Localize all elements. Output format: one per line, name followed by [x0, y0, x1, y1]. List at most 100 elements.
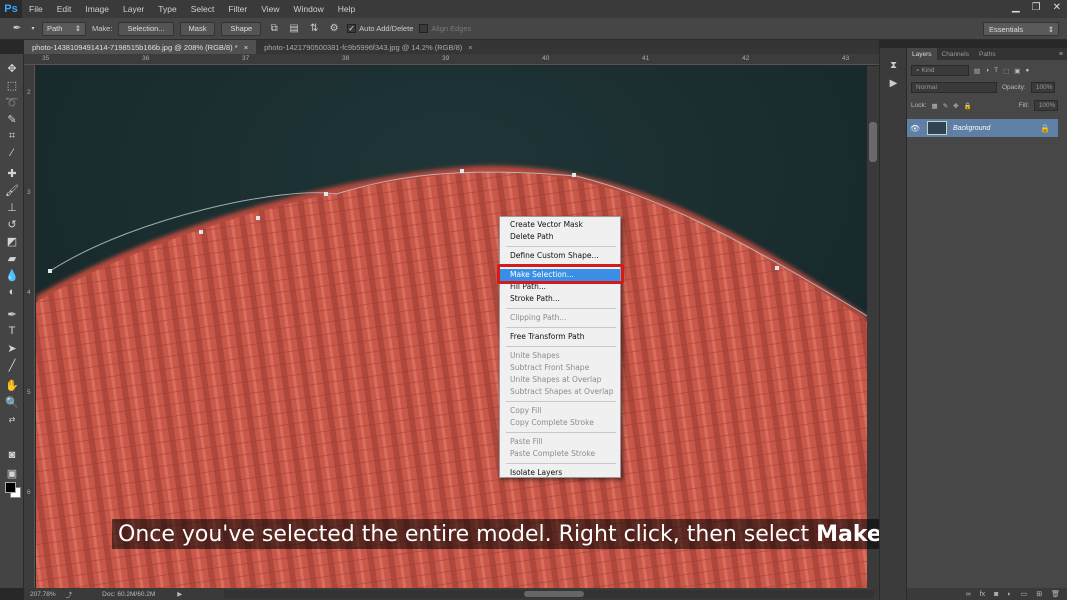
document-tab-1[interactable]: photo-1438109491414-7198515b166b.jpg @ 2…: [24, 40, 257, 54]
clone-stamp-tool-icon[interactable]: ⊥: [4, 199, 20, 215]
tab-close-icon[interactable]: ×: [244, 43, 248, 52]
gear-icon[interactable]: ⚙: [327, 22, 341, 36]
new-group-icon[interactable]: ▭: [1021, 590, 1028, 598]
hand-tool-icon[interactable]: ✋: [4, 377, 20, 393]
restore-icon[interactable]: ❐: [1032, 2, 1041, 13]
tab-layers[interactable]: Layers: [907, 48, 937, 60]
make-mask-button[interactable]: Mask: [179, 21, 216, 36]
menu-image[interactable]: Image: [78, 4, 116, 14]
opacity-field[interactable]: 100%: [1030, 82, 1055, 93]
filter-pixel-icon[interactable]: ▧: [974, 67, 980, 75]
document-canvas[interactable]: [36, 66, 867, 588]
options-bar: ✒ ▾ Path ⇕ Make: Selection... Mask Shape …: [0, 18, 1067, 40]
add-mask-icon[interactable]: ◙: [994, 591, 998, 598]
menu-edit[interactable]: Edit: [50, 4, 79, 14]
context-menu-item-create-vector-mask[interactable]: Create Vector Mask: [500, 219, 620, 231]
visibility-eye-icon[interactable]: 👁: [907, 124, 923, 133]
menu-type[interactable]: Type: [151, 4, 183, 14]
tool-mode-dropdown[interactable]: Path ⇕: [42, 21, 86, 36]
adjustment-layer-icon[interactable]: ◐: [1007, 591, 1011, 598]
filter-toggle-icon[interactable]: ●: [1025, 67, 1029, 74]
healing-brush-tool-icon[interactable]: ✚: [4, 165, 20, 181]
filter-adjustment-icon[interactable]: ◑: [985, 67, 989, 74]
context-menu-item-free-transform-path[interactable]: Free Transform Path: [500, 331, 620, 343]
chevron-down-icon[interactable]: ▾: [30, 22, 36, 36]
dodge-tool-icon[interactable]: ◐: [4, 284, 20, 300]
lock-position-icon[interactable]: ✥: [953, 102, 958, 110]
gradient-tool-icon[interactable]: ▰: [4, 250, 20, 266]
zoom-level[interactable]: 207.78%: [30, 591, 56, 598]
lock-pixels-icon[interactable]: ▦: [932, 102, 938, 110]
trash-icon[interactable]: 🗑: [1051, 590, 1060, 598]
tab-channels[interactable]: Channels: [937, 48, 974, 60]
path-alignment-icon[interactable]: ▤: [287, 22, 301, 36]
context-menu-item-delete-path[interactable]: Delete Path: [500, 231, 620, 243]
path-selection-tool-icon[interactable]: ➤: [4, 340, 20, 356]
menu-help[interactable]: Help: [331, 4, 362, 14]
filter-smart-object-icon[interactable]: ▣: [1014, 67, 1020, 75]
path-arrangement-icon[interactable]: ⇅: [307, 22, 321, 36]
document-tab-2[interactable]: photo-1421790500381-fc9b5996f343.jpg @ 1…: [256, 40, 481, 54]
menu-layer[interactable]: Layer: [116, 4, 151, 14]
blend-mode-dropdown[interactable]: Normal: [911, 82, 997, 93]
quick-mask-icon[interactable]: ◙: [4, 447, 20, 463]
filter-shape-icon[interactable]: ⬚: [1003, 67, 1009, 75]
lasso-tool-icon[interactable]: ➰: [4, 94, 20, 110]
menu-window[interactable]: Window: [286, 4, 330, 14]
make-selection-button[interactable]: Selection...: [118, 21, 174, 36]
eyedropper-tool-icon[interactable]: ⁄: [4, 145, 20, 161]
menu-file[interactable]: File: [22, 4, 50, 14]
horizontal-scrollbar[interactable]: [224, 590, 874, 598]
minimize-icon[interactable]: ▁: [1012, 2, 1020, 13]
link-layers-icon[interactable]: ∞: [966, 591, 971, 598]
tab-close-icon[interactable]: ×: [468, 43, 472, 52]
menu-filter[interactable]: Filter: [221, 4, 254, 14]
workspace-dropdown[interactable]: Essentials ⇕: [983, 22, 1059, 36]
new-layer-icon[interactable]: ⊞: [1036, 590, 1042, 598]
move-tool-icon[interactable]: ✥: [4, 60, 20, 76]
align-edges-checkbox[interactable]: Align Edges: [419, 24, 471, 33]
actions-play-icon[interactable]: ▶: [886, 76, 901, 91]
export-icon[interactable]: ⤴: [66, 589, 73, 599]
fill-field[interactable]: 100%: [1033, 100, 1058, 111]
lock-all-icon[interactable]: 🔒: [964, 102, 972, 110]
lock-paint-icon[interactable]: ✎: [943, 102, 948, 110]
menu-view[interactable]: View: [254, 4, 286, 14]
scrollbar-thumb[interactable]: [524, 591, 584, 597]
layer-style-icon[interactable]: fx: [980, 591, 985, 598]
status-arrow-icon[interactable]: ▶: [177, 590, 182, 598]
filter-kind-dropdown[interactable]: ⌕ Kind: [911, 65, 969, 76]
foreground-color-swatch[interactable]: [5, 482, 16, 493]
menu-select[interactable]: Select: [184, 4, 222, 14]
history-panel-icon[interactable]: ⧗: [886, 58, 901, 73]
zoom-tool-icon[interactable]: 🔍: [4, 394, 20, 410]
vertical-scrollbar[interactable]: [867, 66, 879, 588]
scrollbar-thumb[interactable]: [869, 122, 877, 162]
context-menu-item-isolate-layers[interactable]: Isolate Layers: [500, 467, 620, 479]
pen-tool-icon[interactable]: ✒: [10, 22, 24, 36]
marquee-tool-icon[interactable]: ⬚: [4, 77, 20, 93]
history-brush-tool-icon[interactable]: ↺: [4, 216, 20, 232]
eraser-tool-icon[interactable]: ◩: [4, 233, 20, 249]
swap-colors-icon[interactable]: ⇄: [4, 411, 20, 427]
quick-selection-tool-icon[interactable]: ✎: [4, 111, 20, 127]
close-icon[interactable]: ✕: [1053, 2, 1061, 13]
crop-tool-icon[interactable]: ⌗: [4, 128, 20, 144]
context-menu-item-stroke-path[interactable]: Stroke Path...: [500, 293, 620, 305]
menu-separator: [506, 246, 616, 247]
panel-menu-icon[interactable]: ≡: [1059, 51, 1063, 58]
context-menu-item-define-custom-shape[interactable]: Define Custom Shape...: [500, 250, 620, 262]
type-tool-icon[interactable]: T: [4, 323, 20, 339]
brush-tool-icon[interactable]: 🖌: [4, 182, 20, 198]
filter-type-icon[interactable]: T: [994, 67, 998, 74]
blur-tool-icon[interactable]: 💧: [4, 267, 20, 283]
tab-paths[interactable]: Paths: [974, 48, 1001, 60]
screen-mode-icon[interactable]: ▣: [4, 465, 20, 481]
path-operations-icon[interactable]: ⧉: [267, 22, 281, 36]
line-tool-icon[interactable]: ╱: [4, 357, 20, 373]
pen-tool-icon[interactable]: ✒: [4, 306, 20, 322]
auto-add-delete-checkbox[interactable]: ✓ Auto Add/Delete: [347, 24, 413, 33]
left-ruler: 2 3 4 5 6: [24, 65, 35, 588]
make-shape-button[interactable]: Shape: [221, 21, 262, 36]
layer-row-background[interactable]: 👁 Background 🔒: [907, 119, 1058, 137]
